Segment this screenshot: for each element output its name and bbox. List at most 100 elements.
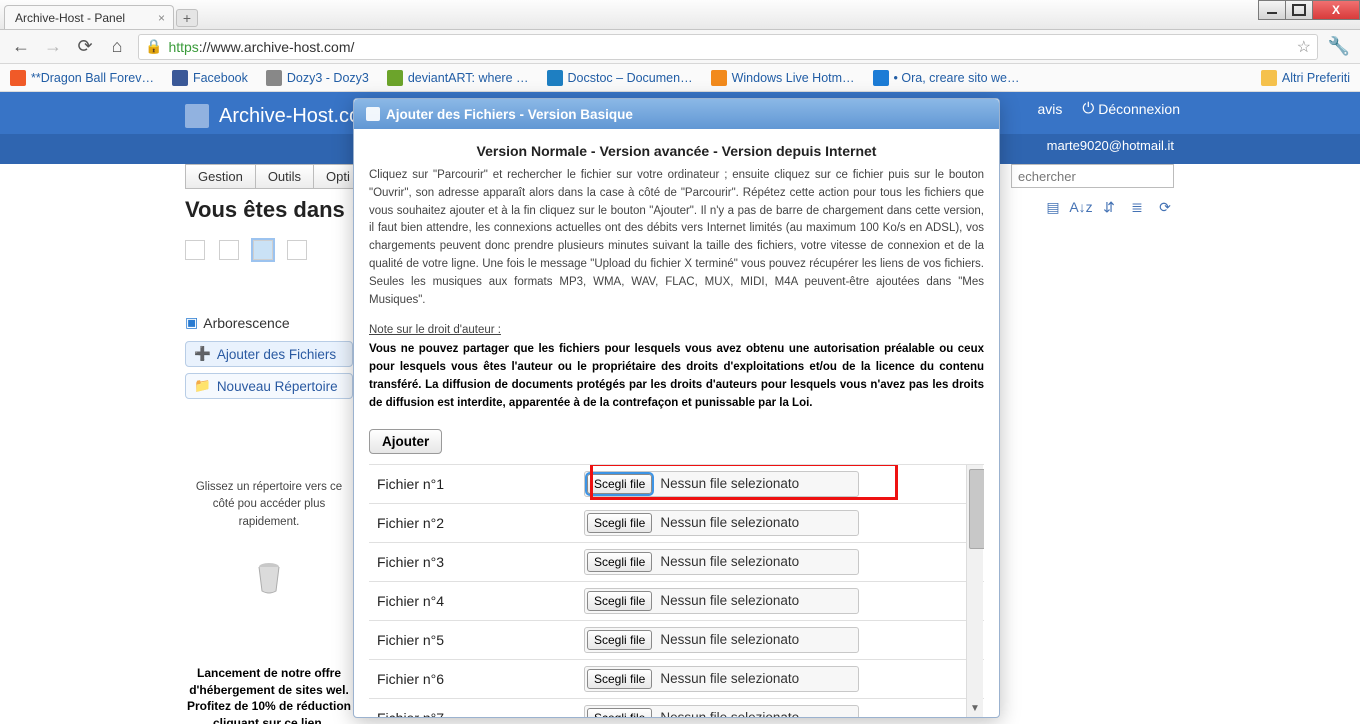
choose-file-button[interactable]: Scegli file <box>587 591 652 611</box>
favicon-icon <box>873 70 889 86</box>
sidebar-add-files[interactable]: ➕ Ajouter des Fichiers <box>185 341 353 367</box>
file-row: Fichier n°4Scegli file Nessun file selezi… <box>369 582 984 621</box>
folder-icon: 📁 <box>194 378 211 394</box>
no-file-label: Nessun file selezionato <box>660 554 799 569</box>
brand[interactable]: Archive-Host.co <box>185 104 360 128</box>
file-row: Fichier n°6Scegli file Nessun file selezi… <box>369 660 984 699</box>
reload-icon[interactable]: ⟳ <box>74 36 96 58</box>
choose-file-button[interactable]: Scegli file <box>587 708 652 717</box>
file-row: Fichier n°5Scegli file Nessun file selezi… <box>369 621 984 660</box>
page-tabs: Gestion Outils Opti <box>185 164 362 189</box>
file-row-label: Fichier n°7 <box>369 710 584 717</box>
brand-text: Archive-Host.co <box>219 105 360 128</box>
file-input[interactable]: Scegli file Nessun file selezionato <box>584 549 859 575</box>
lock-icon: 🔒 <box>145 38 162 55</box>
bookmark-facebook[interactable]: Facebook <box>172 70 248 86</box>
scroll-down-icon[interactable]: ▼ <box>967 700 983 717</box>
bookmark-deviantart[interactable]: deviantART: where … <box>387 70 529 86</box>
address-bar[interactable]: 🔒 https://www.archive-host.com/ ☆ <box>138 34 1318 60</box>
favicon-icon <box>387 70 403 86</box>
view-video-icon[interactable] <box>287 240 307 260</box>
bookmark-ora[interactable]: • Ora, creare sito we… <box>873 70 1020 86</box>
version-tabs[interactable]: Version Normale - Version avancée - Vers… <box>369 139 984 167</box>
file-row-label: Fichier n°6 <box>369 671 584 687</box>
view-music-icon[interactable] <box>253 240 273 260</box>
file-input[interactable]: Scegli file Nessun file selezionato <box>584 627 859 653</box>
file-row: Fichier n°1Scegli fileNessun file selezi… <box>369 465 984 504</box>
forward-icon[interactable]: → <box>42 36 64 58</box>
choose-file-button[interactable]: Scegli file <box>587 513 652 533</box>
favicon-icon <box>172 70 188 86</box>
brand-logo-icon <box>185 104 209 128</box>
bookmark-dragonball[interactable]: **Dragon Ball Forev… <box>10 70 154 86</box>
modal-body: Version Normale - Version avancée - Vers… <box>354 129 999 717</box>
settings-icon[interactable]: 🔧 <box>1328 36 1350 58</box>
upload-modal: Ajouter des Fichiers - Version Basique V… <box>353 98 1000 718</box>
file-row-label: Fichier n°4 <box>369 593 584 609</box>
file-row-label: Fichier n°2 <box>369 515 584 531</box>
tool-sort-arrows-icon[interactable]: ⇵ <box>1100 198 1118 216</box>
no-file-label: Nessun file selezionato <box>660 671 799 686</box>
tool-sort-az-icon[interactable]: A↓z <box>1072 198 1090 216</box>
view-documents-icon[interactable] <box>185 240 205 260</box>
tool-list-icon[interactable]: ≣ <box>1128 198 1146 216</box>
page-content: Archive-Host.co avis ⏻Déconnexion marte9… <box>0 92 1360 724</box>
home-icon[interactable]: ⌂ <box>106 36 128 58</box>
url-rest: ://www.archive-host.com/ <box>199 39 355 55</box>
favicon-icon <box>10 70 26 86</box>
modal-header[interactable]: Ajouter des Fichiers - Version Basique <box>354 99 999 129</box>
window-minimize-button[interactable] <box>1258 0 1286 20</box>
bookmark-dozy3[interactable]: Dozy3 - Dozy3 <box>266 70 369 86</box>
bookmark-star-icon[interactable]: ☆ <box>1297 37 1311 57</box>
sidebar-new-directory[interactable]: 📁 Nouveau Répertoire <box>185 373 353 399</box>
file-input[interactable]: Scegli fileNessun file selezionato <box>584 471 859 497</box>
tab-outils[interactable]: Outils <box>255 164 314 189</box>
window-close-button[interactable]: X <box>1312 0 1360 20</box>
link-logout[interactable]: ⏻Déconnexion <box>1082 100 1180 117</box>
link-avis[interactable]: avis <box>1037 101 1062 117</box>
tab-title: Archive-Host - Panel <box>15 11 125 25</box>
new-tab-button[interactable]: + <box>176 9 198 27</box>
choose-file-button[interactable]: Scegli file <box>587 630 652 650</box>
tree-icon: ▣ <box>185 314 198 331</box>
scroll-thumb[interactable] <box>969 469 984 549</box>
add-file-icon: ➕ <box>194 346 211 362</box>
file-input[interactable]: Scegli file Nessun file selezionato <box>584 588 859 614</box>
back-icon[interactable]: ← <box>10 36 32 58</box>
file-input[interactable]: Scegli file Nessun file selezionato <box>584 666 859 692</box>
tree-header[interactable]: ▣ Arborescence <box>185 286 353 331</box>
search-input[interactable] <box>1011 164 1174 188</box>
trash-icon[interactable] <box>185 561 353 595</box>
user-email: marte9020@hotmail.it <box>1047 138 1174 153</box>
scrollbar[interactable]: ▲ ▼ <box>966 465 983 717</box>
favicon-icon <box>547 70 563 86</box>
file-row-label: Fichier n°3 <box>369 554 584 570</box>
choose-file-button[interactable]: Scegli file <box>587 669 652 689</box>
note-body: Vous ne pouvez partager que les fichiers… <box>369 341 984 412</box>
close-icon[interactable]: × <box>158 11 165 25</box>
sidebar: ▣ Arborescence ➕ Ajouter des Fichiers 📁 … <box>185 240 353 724</box>
file-row-label: Fichier n°1 <box>369 476 584 492</box>
bookmark-hotmail[interactable]: Windows Live Hotm… <box>711 70 855 86</box>
choose-file-button[interactable]: Scegli file <box>587 552 652 572</box>
choose-file-button[interactable]: Scegli file <box>587 474 652 494</box>
tool-refresh-icon[interactable]: ⟳ <box>1156 198 1174 216</box>
promo-text: Lancement de notre offre d'hébergement d… <box>185 665 353 724</box>
view-images-icon[interactable] <box>219 240 239 260</box>
file-input[interactable]: Scegli fileNessun file selezionato <box>584 510 859 536</box>
no-file-label: Nessun file selezionato <box>660 632 799 647</box>
file-row: Fichier n°3Scegli file Nessun file selezi… <box>369 543 984 582</box>
no-file-label: Nessun file selezionato <box>660 593 799 608</box>
file-row-label: Fichier n°5 <box>369 632 584 648</box>
folder-icon <box>1261 70 1277 86</box>
file-row-control: Scegli fileNessun file selezionato <box>584 471 984 497</box>
window-maximize-button[interactable] <box>1285 0 1313 20</box>
header-links: avis ⏻Déconnexion <box>1037 100 1180 117</box>
file-input[interactable]: Scegli fileNessun file selezionato <box>584 705 859 717</box>
tool-filter-icon[interactable]: ▤ <box>1044 198 1062 216</box>
bookmark-docstoc[interactable]: Docstoc – Documen… <box>547 70 693 86</box>
bookmark-other-folder[interactable]: Altri Preferiti <box>1261 70 1350 86</box>
browser-tab-active[interactable]: Archive-Host - Panel × <box>4 5 174 29</box>
ajouter-button[interactable]: Ajouter <box>369 429 442 454</box>
tab-gestion[interactable]: Gestion <box>185 164 256 189</box>
